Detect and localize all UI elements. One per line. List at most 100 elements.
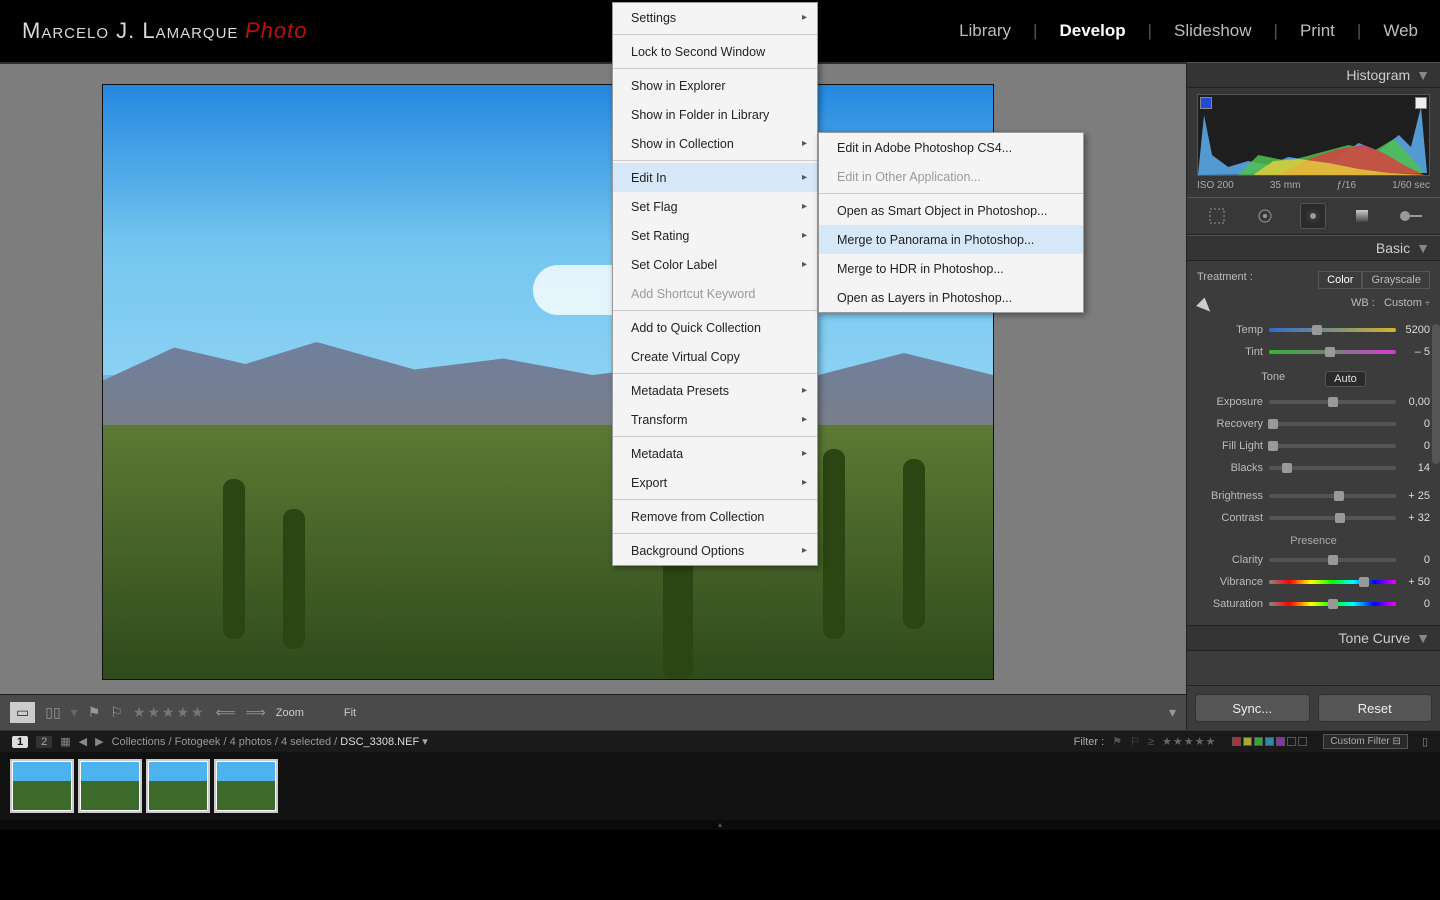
clarity-slider[interactable] (1269, 558, 1396, 562)
menu-item[interactable]: Show in Collection (613, 129, 817, 158)
filter-lock-icon[interactable]: ▯ (1422, 735, 1428, 748)
panel-scrollbar[interactable] (1432, 324, 1440, 464)
treatment-grayscale[interactable]: Grayscale (1362, 271, 1430, 289)
menu-item[interactable]: Show in Explorer (613, 71, 817, 100)
thumbnail[interactable] (146, 759, 210, 813)
filter-flag2-icon[interactable]: ⚐ (1130, 735, 1140, 748)
monitor-primary[interactable]: 1 (12, 736, 28, 748)
custom-filter-dropdown[interactable]: Custom Filter ⊟ (1323, 734, 1408, 749)
auto-tone-button[interactable]: Auto (1325, 371, 1366, 387)
fill-value[interactable]: 0 (1396, 440, 1430, 452)
vibrance-label: Vibrance (1197, 576, 1269, 588)
histogram-header[interactable]: Histogram▼ (1187, 62, 1440, 88)
thumbnail[interactable] (214, 759, 278, 813)
module-web[interactable]: Web (1383, 21, 1418, 41)
histogram-graph[interactable] (1197, 94, 1430, 176)
zoom-fit[interactable]: Fit (344, 707, 356, 719)
brightness-slider[interactable] (1269, 494, 1396, 498)
menu-item[interactable]: Open as Smart Object in Photoshop... (819, 196, 1083, 225)
filter-rating[interactable]: ★★★★★ (1162, 735, 1216, 748)
recovery-value[interactable]: 0 (1396, 418, 1430, 430)
blacks-value[interactable]: 14 (1396, 462, 1430, 474)
filmstrip[interactable] (0, 752, 1440, 820)
menu-item[interactable]: Edit In (613, 163, 817, 192)
menu-item[interactable]: Export (613, 468, 817, 497)
temp-slider[interactable] (1269, 328, 1396, 332)
filter-flag-icon[interactable]: ⚑ (1112, 735, 1122, 748)
tint-value[interactable]: – 5 (1396, 346, 1430, 358)
breadcrumb[interactable]: Collections / Fotogeek / 4 photos / 4 se… (112, 735, 428, 748)
crop-tool-icon[interactable] (1204, 203, 1230, 229)
menu-item[interactable]: Set Rating (613, 221, 817, 250)
prev-photo-icon[interactable]: ⟸ (216, 704, 236, 721)
menu-item[interactable]: Merge to Panorama in Photoshop... (819, 225, 1083, 254)
blacks-slider[interactable] (1269, 466, 1396, 470)
filter-colors[interactable] (1232, 737, 1307, 746)
menu-item[interactable]: Transform (613, 405, 817, 434)
module-develop[interactable]: Develop (1059, 21, 1125, 41)
filmstrip-header: 1 2 ▦ ◀ ▶ Collections / Fotogeek / 4 pho… (0, 730, 1440, 752)
vibrance-slider[interactable] (1269, 580, 1396, 584)
nav-fwd-icon[interactable]: ▶ (95, 735, 103, 748)
view-loupe-icon[interactable]: ▭ (10, 702, 35, 723)
menu-item[interactable]: Background Options (613, 536, 817, 565)
recovery-slider[interactable] (1269, 422, 1396, 426)
shadow-clip-icon[interactable] (1200, 97, 1212, 109)
menu-item[interactable]: Create Virtual Copy (613, 342, 817, 371)
reset-button[interactable]: Reset (1318, 694, 1433, 722)
flag-reject-icon[interactable]: ⚐ (110, 704, 123, 721)
menu-item[interactable]: Metadata (613, 439, 817, 468)
menu-item[interactable]: Show in Folder in Library (613, 100, 817, 129)
contrast-slider[interactable] (1269, 516, 1396, 520)
monitor-secondary[interactable]: 2 (36, 736, 52, 748)
menu-item[interactable]: Lock to Second Window (613, 37, 817, 66)
tonecurve-header[interactable]: Tone Curve▼ (1187, 625, 1440, 651)
basic-header[interactable]: Basic▼ (1187, 235, 1440, 261)
grid-icon[interactable]: ▦ (60, 735, 70, 748)
thumbnail[interactable] (78, 759, 142, 813)
view-compare-icon[interactable]: ▯▯ (45, 704, 60, 721)
redeye-tool-icon[interactable] (1300, 203, 1326, 229)
module-library[interactable]: Library (959, 21, 1011, 41)
sync-button[interactable]: Sync... (1195, 694, 1310, 722)
tint-slider[interactable] (1269, 350, 1396, 354)
clarity-value[interactable]: 0 (1396, 554, 1430, 566)
next-photo-icon[interactable]: ⟹ (246, 704, 266, 721)
fill-slider[interactable] (1269, 444, 1396, 448)
adjust-brush-icon[interactable] (1397, 203, 1423, 229)
toolbar-chevron-icon[interactable]: ▾ (1169, 704, 1176, 721)
wb-dropdown[interactable]: Custom ÷ (1384, 297, 1430, 309)
zoom-label: Zoom (276, 707, 304, 719)
treatment-color[interactable]: Color (1318, 271, 1362, 289)
menu-item[interactable]: Add to Quick Collection (613, 313, 817, 342)
temp-value[interactable]: 5200 (1396, 324, 1430, 336)
thumbnail[interactable] (10, 759, 74, 813)
develop-right-panel: Histogram▼ ISO 200 35 mm ƒ/16 1/60 sec (1186, 62, 1440, 730)
rating-stars[interactable]: ★★★★★ (133, 704, 206, 721)
menu-item[interactable]: Remove from Collection (613, 502, 817, 531)
menu-item[interactable]: Open as Layers in Photoshop... (819, 283, 1083, 312)
spot-tool-icon[interactable] (1252, 203, 1278, 229)
menu-item[interactable]: Merge to HDR in Photoshop... (819, 254, 1083, 283)
brightness-value[interactable]: + 25 (1396, 490, 1430, 502)
exposure-value[interactable]: 0,00 (1396, 396, 1430, 408)
module-print[interactable]: Print (1300, 21, 1335, 41)
grad-filter-icon[interactable] (1349, 203, 1375, 229)
module-slideshow[interactable]: Slideshow (1174, 21, 1252, 41)
highlight-clip-icon[interactable] (1415, 97, 1427, 109)
menu-item[interactable]: Set Flag (613, 192, 817, 221)
menu-item[interactable]: Metadata Presets (613, 376, 817, 405)
menu-item[interactable]: Settings (613, 3, 817, 32)
nav-back-icon[interactable]: ◀ (79, 735, 87, 748)
contrast-value[interactable]: + 32 (1396, 512, 1430, 524)
saturation-value[interactable]: 0 (1396, 598, 1430, 610)
chevron-down-icon[interactable]: ▾ (71, 704, 78, 721)
menu-item[interactable]: Edit in Adobe Photoshop CS4... (819, 133, 1083, 162)
filmstrip-grab-handle[interactable]: ▴ (0, 820, 1440, 830)
vibrance-value[interactable]: + 50 (1396, 576, 1430, 588)
exposure-slider[interactable] (1269, 400, 1396, 404)
saturation-slider[interactable] (1269, 602, 1396, 606)
menu-item[interactable]: Set Color Label (613, 250, 817, 279)
brightness-label: Brightness (1197, 490, 1269, 502)
flag-pick-icon[interactable]: ⚑ (88, 704, 101, 721)
